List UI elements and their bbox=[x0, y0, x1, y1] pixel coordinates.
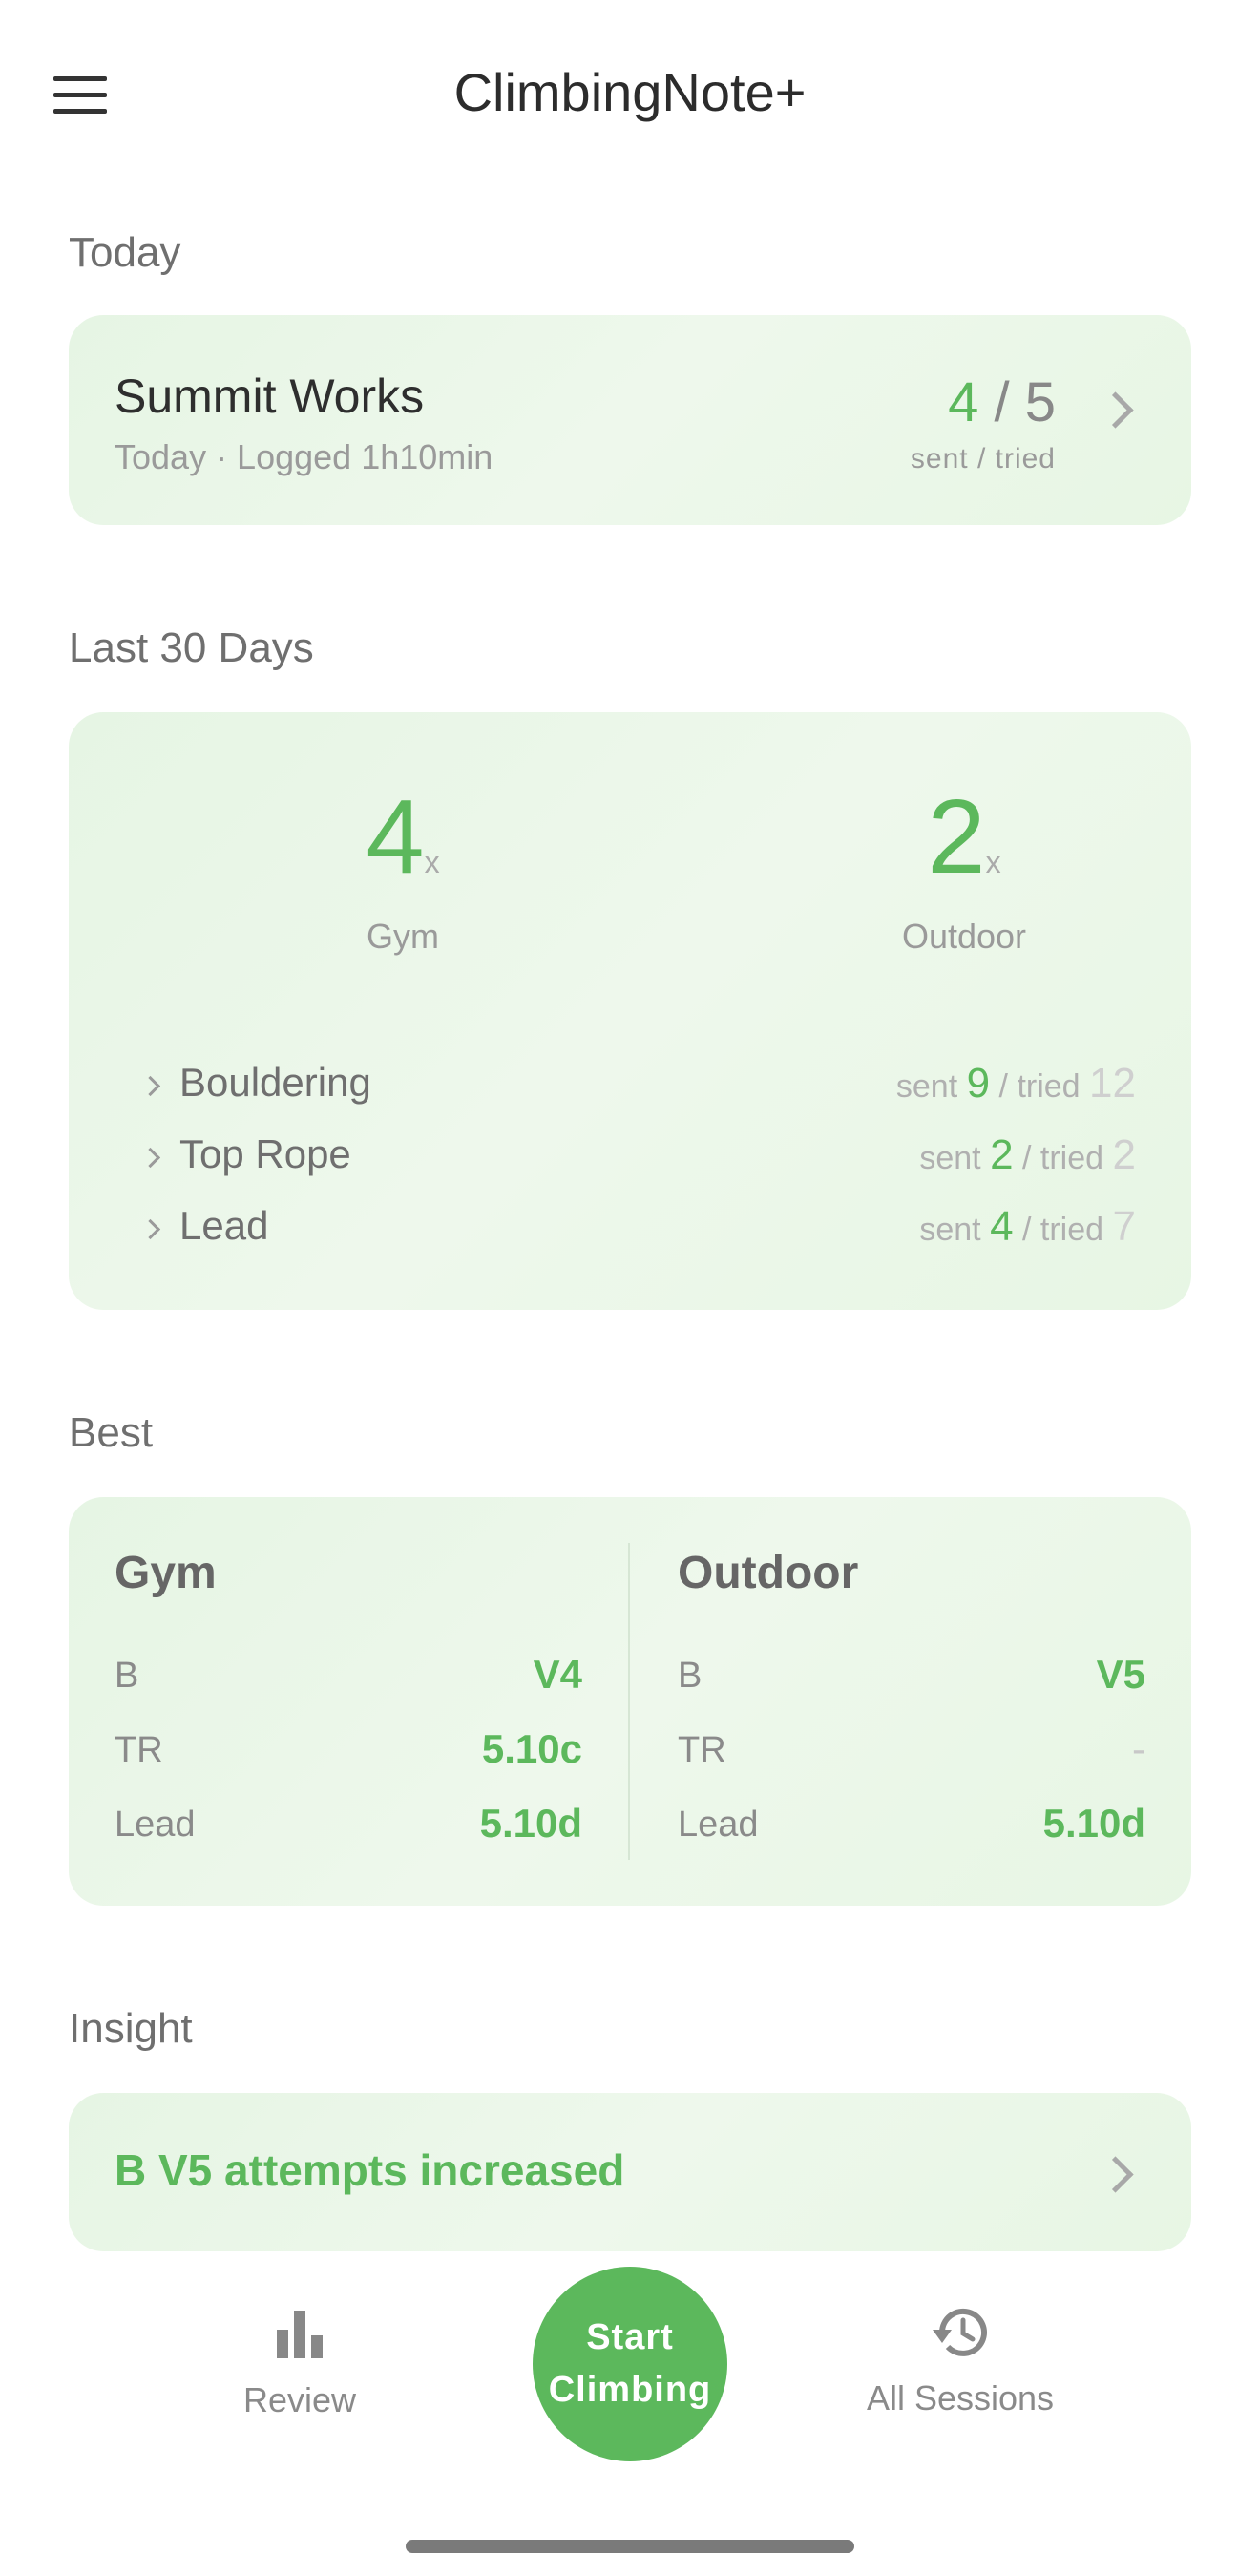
best-gym-title: Gym bbox=[115, 1548, 217, 1598]
sent-value: 4 bbox=[990, 1203, 1014, 1250]
nav-review-label: Review bbox=[242, 2380, 357, 2419]
best-outdoor-value: V5 bbox=[1096, 1652, 1145, 1697]
sent-label: sent bbox=[919, 1140, 981, 1176]
tried-count: 5 bbox=[1024, 371, 1056, 433]
start-climbing-line2: Climbing bbox=[548, 2370, 712, 2410]
section-label-best: Best bbox=[69, 1409, 154, 1456]
gym-visits-unit: x bbox=[424, 845, 440, 879]
sent-count: 4 bbox=[948, 371, 979, 433]
history-icon bbox=[933, 2308, 987, 2356]
count-separator: / bbox=[994, 371, 1010, 433]
tried-label: / tried bbox=[1022, 1140, 1104, 1176]
gym-visits-stat: 4x bbox=[307, 785, 498, 890]
outdoor-visits-count: 2 bbox=[927, 778, 986, 896]
best-outdoor-label: Lead bbox=[678, 1805, 759, 1845]
discipline-row-top-rope[interactable]: Top Rope sent 2 / tried 2 bbox=[139, 1131, 1136, 1189]
best-outdoor-label: B bbox=[678, 1656, 703, 1696]
start-climbing-button[interactable]: Start Climbing bbox=[533, 2267, 727, 2461]
outdoor-visits-unit: x bbox=[985, 845, 1001, 879]
sent-tried-count: 4 / 5 bbox=[948, 370, 1056, 434]
nav-all-sessions[interactable]: All Sessions bbox=[836, 2303, 1084, 2418]
home-indicator bbox=[406, 2540, 854, 2553]
best-gym-value: 5.10c bbox=[481, 1726, 582, 1771]
best-gym-label: B bbox=[115, 1656, 139, 1696]
chevron-right-icon bbox=[1097, 2156, 1134, 2193]
best-gym-value: V4 bbox=[533, 1652, 582, 1697]
nav-review[interactable]: Review bbox=[176, 2305, 424, 2420]
best-outdoor-label: TR bbox=[678, 1730, 726, 1770]
tried-label: / tried bbox=[998, 1068, 1081, 1105]
sent-label: sent bbox=[895, 1068, 958, 1105]
sent-value: 2 bbox=[990, 1131, 1014, 1178]
sent-value: 9 bbox=[966, 1060, 991, 1107]
tried-value: 7 bbox=[1112, 1203, 1136, 1250]
discipline-name: Bouldering bbox=[179, 1060, 371, 1105]
sent-label: sent bbox=[919, 1212, 981, 1248]
app-title: ClimbingNote+ bbox=[453, 62, 807, 122]
bar-chart-icon bbox=[277, 2311, 323, 2358]
best-gym-label: Lead bbox=[115, 1805, 196, 1845]
discipline-name: Lead bbox=[179, 1203, 269, 1248]
session-subtitle: Today · Logged 1h10min bbox=[115, 437, 494, 476]
best-outdoor-value: 5.10d bbox=[1042, 1801, 1145, 1846]
best-outdoor-title: Outdoor bbox=[678, 1548, 859, 1598]
discipline-stats: sent 4 / tried 7 bbox=[919, 1203, 1136, 1251]
nav-all-sessions-label: All Sessions bbox=[866, 2378, 1055, 2418]
outdoor-visits-label: Outdoor bbox=[901, 917, 1027, 956]
best-outdoor-value: - bbox=[1132, 1726, 1145, 1771]
chevron-right-icon bbox=[139, 1075, 161, 1097]
gym-visits-count: 4 bbox=[366, 778, 425, 896]
best-gym-value: 5.10d bbox=[479, 1801, 582, 1846]
gym-visits-label: Gym bbox=[367, 917, 439, 956]
chevron-right-icon bbox=[1097, 391, 1134, 429]
discipline-stats: sent 2 / tried 2 bbox=[919, 1131, 1136, 1179]
last-30-days-card: 4x Gym 2x Outdoor Bouldering sent 9 / tr… bbox=[69, 712, 1191, 1310]
section-label-today: Today bbox=[69, 229, 181, 276]
insight-card[interactable]: B V5 attempts increased bbox=[69, 2093, 1191, 2251]
chevron-right-icon bbox=[139, 1147, 161, 1169]
start-climbing-line1: Start bbox=[586, 2316, 674, 2357]
discipline-stats: sent 9 / tried 12 bbox=[896, 1060, 1136, 1108]
tried-label: / tried bbox=[1022, 1212, 1104, 1248]
outdoor-visits-stat: 2x bbox=[869, 785, 1060, 890]
discipline-row-lead[interactable]: Lead sent 4 / tried 7 bbox=[139, 1203, 1136, 1260]
chevron-right-icon bbox=[139, 1218, 161, 1240]
session-gym-name: Summit Works bbox=[115, 370, 425, 423]
tried-value: 12 bbox=[1089, 1060, 1136, 1107]
tried-value: 2 bbox=[1112, 1131, 1136, 1178]
insight-text: B V5 attempts increased bbox=[115, 2145, 625, 2195]
best-grades-card: Gym B V4 TR 5.10c Lead 5.10d Outdoor B V… bbox=[69, 1497, 1191, 1906]
section-label-insight: Insight bbox=[69, 2005, 193, 2052]
section-label-last-30-days: Last 30 Days bbox=[69, 624, 314, 671]
sent-tried-caption: sent / tried bbox=[910, 443, 1056, 475]
today-session-card[interactable]: Summit Works Today · Logged 1h10min 4 / … bbox=[69, 315, 1191, 525]
best-gym-label: TR bbox=[115, 1730, 163, 1770]
best-divider bbox=[628, 1543, 630, 1860]
discipline-name: Top Rope bbox=[179, 1131, 351, 1176]
discipline-row-bouldering[interactable]: Bouldering sent 9 / tried 12 bbox=[139, 1060, 1136, 1117]
